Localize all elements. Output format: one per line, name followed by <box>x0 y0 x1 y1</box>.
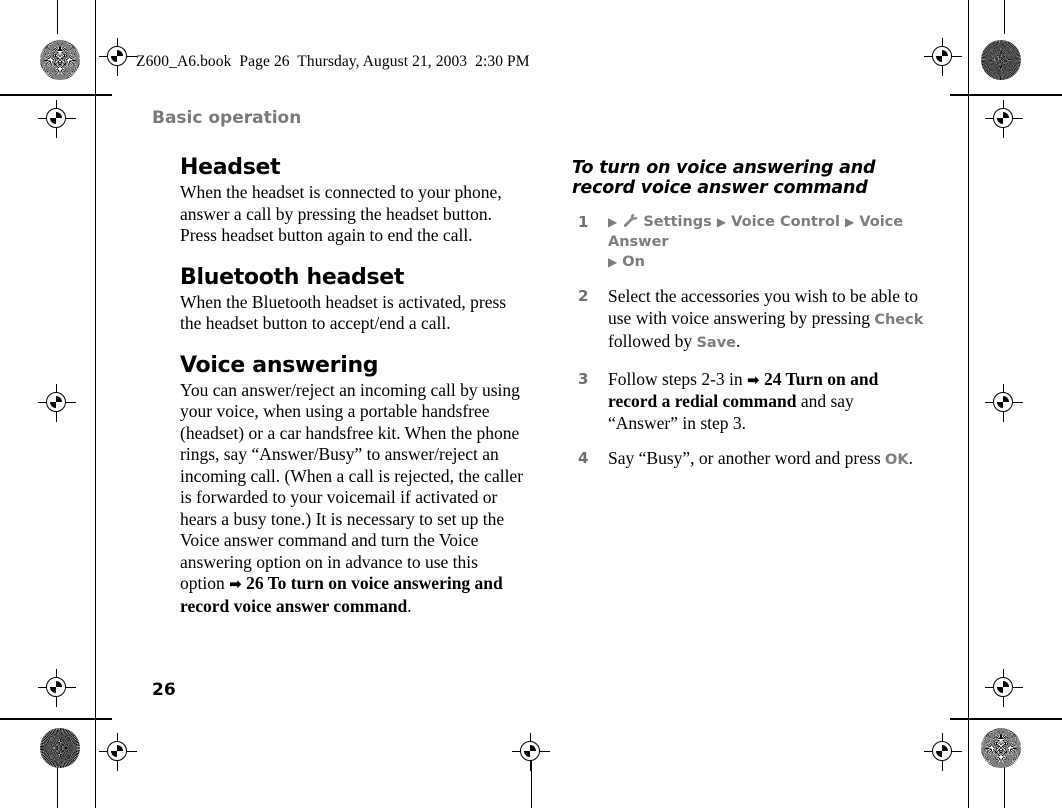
registration-crosshair-upper-right <box>985 100 1023 138</box>
left-column: Headset When the headset is connected to… <box>180 155 525 617</box>
registration-crosshair-bottom-center <box>512 733 550 771</box>
trim-rule-left <box>95 0 96 808</box>
step-navigation-path: ▶ Settings ▶ Voice Control ▶ Voice Answe… <box>608 213 903 270</box>
ui-term-ok[interactable]: OK <box>885 452 909 468</box>
rosette-top-left <box>40 40 80 80</box>
ui-term-check[interactable]: Check <box>874 312 923 328</box>
step-number: 2 <box>578 287 589 305</box>
registration-crosshair-lower-right <box>985 669 1023 707</box>
registration-crosshair-top-right <box>924 38 962 76</box>
registration-crosshair-bottom-right <box>924 733 962 771</box>
registration-crosshair-lower-left <box>38 669 76 707</box>
rosette-top-right <box>981 40 1021 80</box>
trim-mark-bottom-right <box>950 718 1062 720</box>
nav-arrow-icon: ▶ <box>716 215 727 229</box>
step-text: Select the accessories you wish to be ab… <box>608 286 923 351</box>
step-item: 2 Select the accessories you wish to be … <box>572 286 924 355</box>
step-text-run: . <box>908 448 913 468</box>
trim-tick-top-left <box>57 0 58 34</box>
cross-reference-arrow-icon: ➡ <box>229 575 242 593</box>
step-item: 4 Say “Busy”, or another word and press … <box>572 448 924 472</box>
trim-mark-top-left <box>0 94 112 96</box>
step-text-run: . <box>735 331 741 351</box>
body-text-run: You can answer/reject an incoming call b… <box>180 379 524 594</box>
trim-mark-top-right <box>950 94 1062 96</box>
registration-crosshair-upper-left <box>38 100 76 138</box>
section-heading-bluetooth-headset: Bluetooth headset <box>180 264 405 290</box>
section-body-voice-answering: You can answer/reject an incoming call b… <box>180 380 525 618</box>
registration-crosshair-top-left <box>99 38 137 76</box>
step-item: 3 Follow steps 2-3 in ➡ 24 Turn on and r… <box>572 369 924 435</box>
step-text-run: Follow steps 2-3 in <box>608 368 748 389</box>
right-column: To turn on voice answering and record vo… <box>572 158 924 486</box>
page-number: 26 <box>152 680 176 700</box>
section-heading-headset: Headset <box>180 155 281 180</box>
step-number: 3 <box>578 369 589 388</box>
cross-reference-arrow-icon: ➡ <box>747 370 760 389</box>
step-text-run: followed by <box>608 331 697 351</box>
nav-arrow-icon: ▶ <box>608 215 618 229</box>
section-body-bluetooth-headset: When the Bluetooth headset is activated,… <box>180 291 507 334</box>
ui-term-save[interactable]: Save <box>696 335 736 351</box>
step-text-run: Say “Busy”, or another word and press <box>608 448 886 468</box>
trim-tick-bottom-gutter-right <box>968 742 969 808</box>
trim-tick-top-right <box>1004 0 1005 34</box>
trim-rule-right <box>968 0 969 808</box>
nav-item-voice-control[interactable]: Voice Control <box>731 214 840 230</box>
trim-tick-bottom-gutter-left <box>95 742 96 808</box>
trim-tick-bottom-center <box>531 760 532 808</box>
nav-item-on[interactable]: On <box>622 254 645 270</box>
step-number: 4 <box>578 449 589 467</box>
nav-arrow-icon: ▶ <box>845 215 855 229</box>
step-item: 1 ▶ Settings ▶ Voice Control ▶ Voice Ans… <box>572 212 924 272</box>
registration-crosshair-mid-left <box>38 384 76 422</box>
body-text-run: . <box>407 595 412 616</box>
registration-crosshair-bottom-left <box>99 733 137 771</box>
rosette-bottom-right <box>981 728 1021 768</box>
nav-item-settings[interactable]: Settings <box>643 214 711 230</box>
task-heading: To turn on voice answering and record vo… <box>572 158 876 198</box>
trim-tick-bottom-left <box>57 760 58 808</box>
trim-mark-bottom-left <box>0 718 112 720</box>
book-print-header: Z600_A6.book Page 26 Thursday, August 21… <box>136 53 530 70</box>
step-text: Say “Busy”, or another word and press OK… <box>608 448 913 468</box>
wrench-icon <box>622 213 638 229</box>
nav-arrow-icon: ▶ <box>608 255 618 269</box>
running-head: Basic operation <box>152 108 302 128</box>
rosette-bottom-left <box>40 728 80 768</box>
step-number: 1 <box>578 213 589 231</box>
trim-tick-bottom-right <box>1004 760 1005 808</box>
step-text-run: Select the accessories you wish to be ab… <box>608 286 919 328</box>
section-heading-voice-answering: Voice answering <box>180 352 379 378</box>
section-body-headset: When the headset is connected to your ph… <box>180 182 502 245</box>
step-text: Follow steps 2-3 in ➡ 24 Turn on and rec… <box>608 369 878 433</box>
registration-crosshair-mid-right <box>985 384 1023 422</box>
